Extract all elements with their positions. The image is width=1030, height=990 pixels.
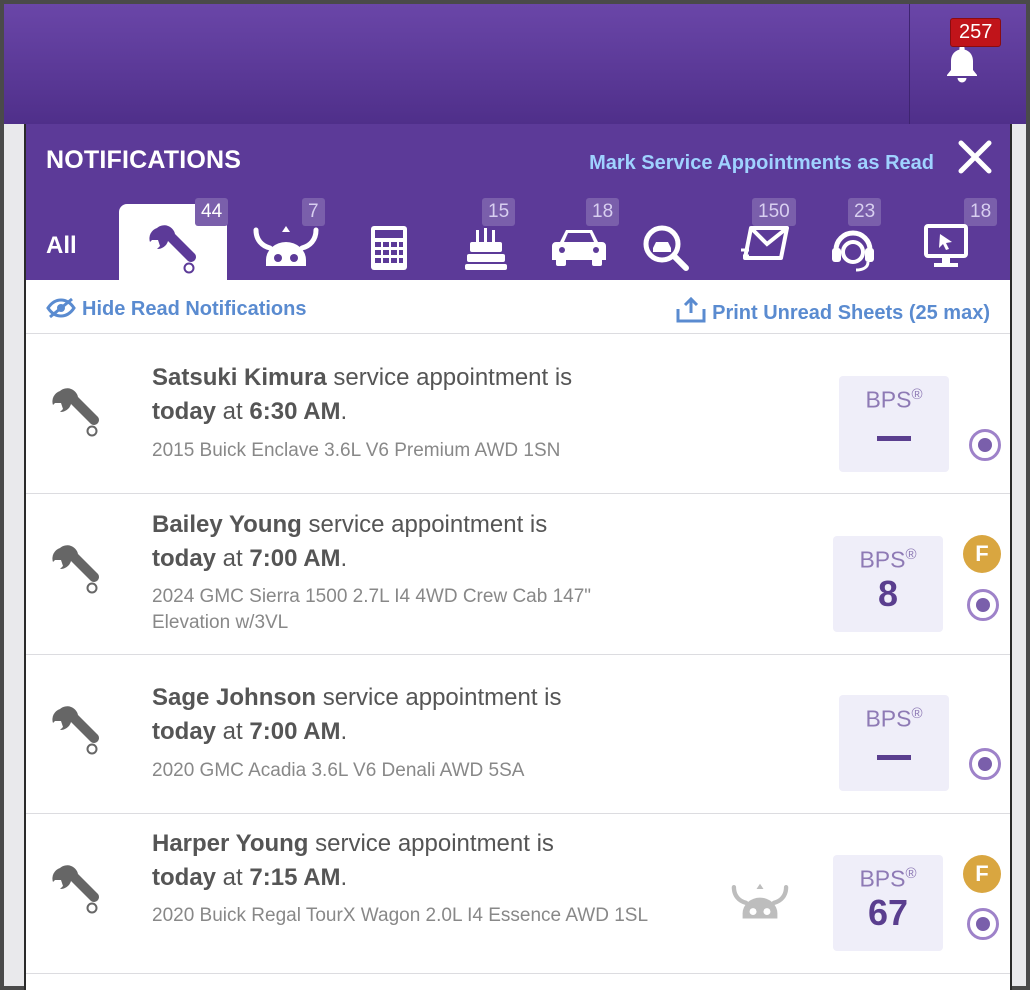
customer-name: Harper Young [152,830,309,857]
tab-vehicle-search[interactable] [626,204,706,280]
read-toggle-radio[interactable] [969,429,1001,461]
bps-score: BPS® [839,376,949,472]
notification-list: Satsuki Kimura service appointment is to… [26,335,1010,974]
appointment-time: 7:15 AM [249,864,341,891]
notification-message: Sage Johnson service appointment is toda… [152,684,562,745]
customer-name: Bailey Young [152,511,302,538]
f-flag-badge: F [963,535,1001,573]
upload-icon [676,296,706,323]
mark-read-link[interactable]: Mark Service Appointments as Read [589,152,934,175]
category-tabs: All 44 7 15 18 150 23 18 [26,198,1010,280]
wrench-icon [52,545,99,594]
eye-slash-icon [46,297,76,319]
wrench-icon [52,388,99,437]
bps-value: 67 [867,891,909,933]
notification-count-badge: 257 [950,18,1002,47]
appointment-time: 7:00 AM [249,545,341,572]
print-unread-button[interactable]: Print Unread Sheets (25 max) [676,296,990,325]
tab-service[interactable]: 44 [119,198,229,280]
tab-count: 18 [964,198,998,226]
notification-message: Harper Young service appointment is toda… [152,830,554,891]
bps-score: BPS® [839,695,949,791]
read-toggle-radio[interactable] [967,908,999,940]
bps-score: BPS® 8 [833,536,943,632]
bps-empty-dash [877,435,911,441]
calculator-icon [371,226,407,270]
appointment-time: 6:30 AM [249,398,341,425]
hide-read-label: Hide Read Notifications [82,298,307,320]
tab-vehicles[interactable]: 18 [524,198,634,280]
notifications-toolbar: Hide Read Notifications Print Unread She… [26,280,1010,334]
birthday-cake-icon [465,228,507,270]
read-toggle-radio[interactable] [967,589,999,621]
tab-count: 150 [752,198,796,226]
tab-web-leads[interactable]: 18 [892,198,1000,280]
notification-item[interactable]: Satsuki Kimura service appointment is to… [26,335,1010,494]
bell-icon [947,46,977,83]
notification-item[interactable]: Sage Johnson service appointment is toda… [26,655,1010,814]
vehicle-description: 2020 Buick Regal TourX Wagon 2.0L I4 Ess… [152,905,649,926]
appointment-time: 7:00 AM [249,718,341,745]
notification-item[interactable]: Bailey Young service appointment is toda… [26,494,1010,655]
vehicle-description: 2024 GMC Sierra 1500 2.7L I4 4WD Crew Ca… [152,586,592,633]
vehicle-description: 2015 Buick Enclave 3.6L V6 Premium AWD 1… [152,440,561,461]
viking-icon [253,226,319,266]
bps-score: BPS® 67 [833,855,943,951]
vehicle-description: 2020 GMC Acadia 3.6L V6 Denali AWD 5SA [152,760,525,781]
tab-birthdays[interactable]: 15 [436,198,536,280]
panel-title: NOTIFICATIONS [46,146,242,174]
viking-icon [731,883,789,919]
tab-count: 44 [195,198,229,226]
headset-icon [832,230,874,272]
tab-calculator[interactable] [344,204,434,280]
tab-email[interactable]: 150 [710,198,820,280]
notification-message: Bailey Young service appointment is toda… [152,511,548,572]
bps-value: 8 [877,572,899,614]
wrench-icon [52,706,99,755]
close-icon[interactable] [956,138,994,176]
print-unread-label: Print Unread Sheets (25 max) [712,302,990,324]
panel-header: NOTIFICATIONS Mark Service Appointments … [26,124,1010,280]
app-window: 257 NOTIFICATIONS Mark Service Appointme… [0,0,1030,990]
tab-count: 23 [848,198,882,226]
tab-count: 7 [302,198,325,226]
f-flag-badge: F [963,855,1001,893]
car-icon [552,230,606,266]
customer-name: Satsuki Kimura [152,364,327,391]
notifications-panel: NOTIFICATIONS Mark Service Appointments … [24,124,1012,990]
wrench-icon [149,225,196,274]
top-bar [4,4,1026,124]
tab-count: 15 [482,198,516,226]
tab-count: 18 [586,198,620,226]
read-toggle-radio[interactable] [969,748,1001,780]
tab-support[interactable]: 23 [808,198,898,280]
bps-empty-dash [877,754,911,760]
email-icon [741,226,789,260]
tab-viking[interactable]: 7 [236,198,336,280]
search-car-icon [643,225,689,271]
wrench-icon [52,865,99,914]
customer-name: Sage Johnson [152,684,317,711]
notification-message: Satsuki Kimura service appointment is to… [152,364,573,425]
monitor-click-icon [924,224,968,267]
notifications-bell-button[interactable]: 257 [909,4,1017,124]
notification-item[interactable]: Harper Young service appointment is toda… [26,814,1010,974]
hide-read-button[interactable]: Hide Read Notifications [46,297,306,321]
